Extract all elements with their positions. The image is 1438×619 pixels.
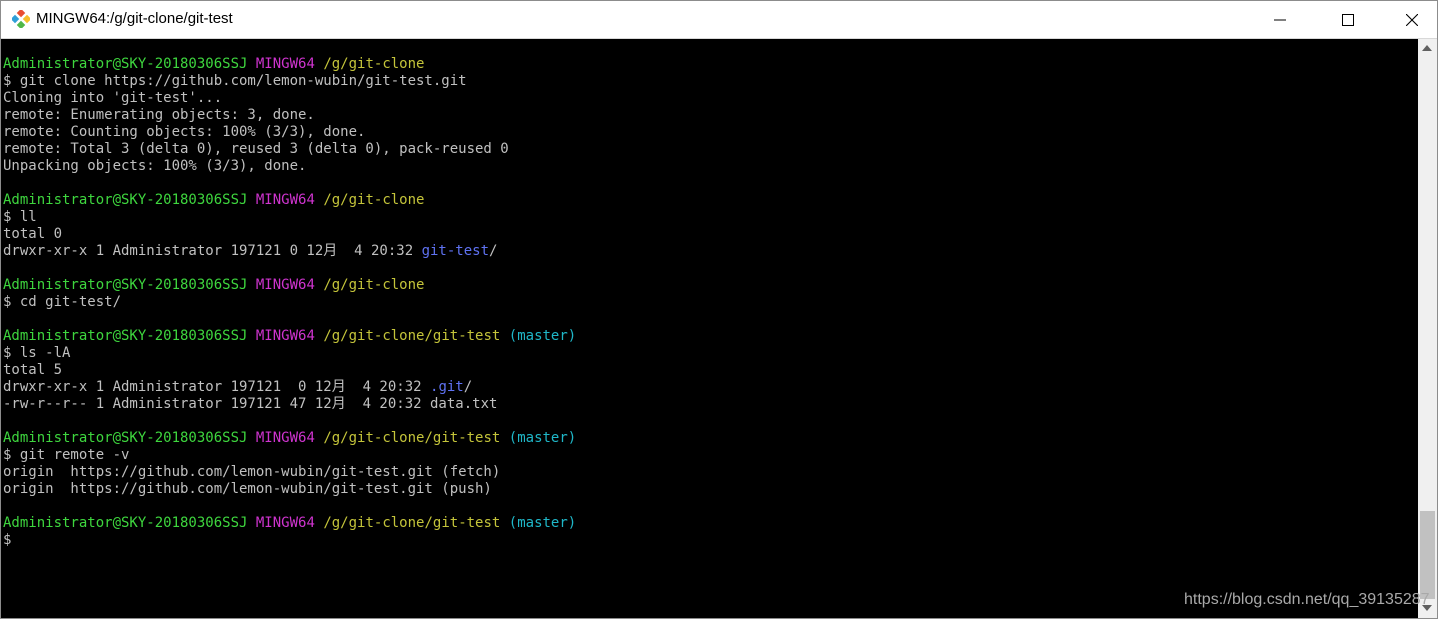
terminal-text: $ git remote -v — [3, 447, 130, 463]
terminal-text: /g/git-clone/git-test — [323, 328, 501, 344]
terminal-line: Unpacking objects: 100% (3/3), done. — [3, 158, 1413, 175]
title-bar[interactable]: MINGW64:/g/git-clone/git-test — [1, 1, 1437, 39]
terminal-text: Administrator@SKY-20180306SSJ — [3, 515, 248, 531]
terminal-text: MINGW64 — [255, 328, 315, 344]
terminal-text: Administrator@SKY-20180306SSJ — [3, 56, 248, 72]
terminal-text: /g/git-clone/git-test — [323, 515, 501, 531]
terminal-text: Unpacking objects: 100% (3/3), done. — [3, 158, 307, 174]
terminal-text: MINGW64 — [255, 56, 315, 72]
terminal-text: /g/git-clone — [323, 56, 425, 72]
terminal-text: $ git clone https://github.com/lemon-wub… — [3, 73, 467, 89]
close-button[interactable] — [1389, 1, 1435, 38]
terminal-line: $ ls -lA — [3, 345, 1413, 362]
terminal-line: $ git clone https://github.com/lemon-wub… — [3, 73, 1413, 90]
terminal-text: Administrator@SKY-20180306SSJ — [3, 192, 248, 208]
terminal-line: total 5 — [3, 362, 1413, 379]
terminal-text: Cloning into 'git-test'... — [3, 90, 223, 106]
terminal-text: / — [489, 243, 498, 259]
terminal-line: drwxr-xr-x 1 Administrator 197121 0 12月 … — [3, 379, 1413, 396]
terminal-line: total 0 — [3, 226, 1413, 243]
terminal-text: $ cd git-test/ — [3, 294, 122, 310]
minimize-button[interactable] — [1257, 1, 1303, 38]
terminal-text: MINGW64 — [255, 515, 315, 531]
terminal-text: (master) — [508, 430, 577, 446]
terminal-line: Administrator@SKY-20180306SSJ MINGW64 /g… — [3, 430, 1413, 447]
terminal-text: (master) — [508, 515, 577, 531]
terminal-text: drwxr-xr-x 1 Administrator 197121 0 12月 … — [3, 379, 431, 395]
terminal-text: $ ls -lA — [3, 345, 71, 361]
terminal-text: total 5 — [3, 362, 63, 378]
close-icon — [1406, 13, 1418, 26]
terminal-text: /g/git-clone — [323, 277, 425, 293]
terminal-text: remote: Counting objects: 100% (3/3), do… — [3, 124, 366, 140]
terminal-line: remote: Total 3 (delta 0), reused 3 (del… — [3, 141, 1413, 158]
terminal-text: MINGW64 — [255, 430, 315, 446]
terminal-text: MINGW64 — [255, 277, 315, 293]
watermark: https://blog.csdn.net/qq_39135287 — [1184, 591, 1430, 608]
terminal-line: remote: Counting objects: 100% (3/3), do… — [3, 124, 1413, 141]
terminal-line: $ — [3, 532, 1413, 549]
minimize-icon — [1274, 19, 1286, 20]
terminal-text: .git — [430, 379, 464, 395]
terminal-text: $ — [3, 532, 12, 548]
terminal-line: origin https://github.com/lemon-wubin/gi… — [3, 464, 1413, 481]
terminal-window: MINGW64:/g/git-clone/git-test Administra… — [0, 0, 1438, 619]
vertical-scrollbar[interactable] — [1418, 39, 1437, 618]
terminal-text: Administrator@SKY-20180306SSJ — [3, 328, 248, 344]
terminal-line: drwxr-xr-x 1 Administrator 197121 0 12月 … — [3, 243, 1413, 260]
terminal-text: origin https://github.com/lemon-wubin/gi… — [3, 481, 492, 497]
terminal-line: Administrator@SKY-20180306SSJ MINGW64 /g… — [3, 328, 1413, 345]
terminal-text: /g/git-clone — [323, 192, 425, 208]
terminal-text: -rw-r--r-- 1 Administrator 197121 47 12月… — [3, 396, 498, 412]
terminal-line: Administrator@SKY-20180306SSJ MINGW64 /g… — [3, 192, 1413, 209]
scrollbar-thumb[interactable] — [1420, 511, 1435, 599]
terminal-text: Administrator@SKY-20180306SSJ — [3, 430, 248, 446]
terminal-line: remote: Enumerating objects: 3, done. — [3, 107, 1413, 124]
maximize-button[interactable] — [1325, 1, 1371, 38]
terminal-line: origin https://github.com/lemon-wubin/gi… — [3, 481, 1413, 498]
terminal-line: $ cd git-test/ — [3, 294, 1413, 311]
terminal-text: $ ll — [3, 209, 37, 225]
terminal-text: /g/git-clone/git-test — [323, 430, 501, 446]
terminal-text: (master) — [508, 328, 577, 344]
terminal-text: MINGW64 — [255, 192, 315, 208]
git-diamond-icon — [10, 8, 32, 30]
terminal-text: remote: Enumerating objects: 3, done. — [3, 107, 315, 123]
terminal-line: Administrator@SKY-20180306SSJ MINGW64 /g… — [3, 56, 1413, 73]
terminal-line: $ git remote -v — [3, 447, 1413, 464]
terminal-text: origin https://github.com/lemon-wubin/gi… — [3, 464, 501, 480]
terminal-line: Cloning into 'git-test'... — [3, 90, 1413, 107]
terminal-line: $ ll — [3, 209, 1413, 226]
terminal-text: drwxr-xr-x 1 Administrator 197121 0 12月 … — [3, 243, 422, 259]
scroll-up-icon[interactable] — [1422, 45, 1432, 51]
terminal-line: Administrator@SKY-20180306SSJ MINGW64 /g… — [3, 277, 1413, 294]
terminal-text: total 0 — [3, 226, 63, 242]
terminal-line: -rw-r--r-- 1 Administrator 197121 47 12月… — [3, 396, 1413, 413]
terminal-output[interactable]: Administrator@SKY-20180306SSJ MINGW64 /g… — [3, 56, 1413, 616]
terminal-text: Administrator@SKY-20180306SSJ — [3, 277, 248, 293]
window-title: MINGW64:/g/git-clone/git-test — [36, 10, 233, 27]
maximize-icon — [1342, 13, 1354, 26]
terminal-text: / — [463, 379, 473, 395]
terminal-text: remote: Total 3 (delta 0), reused 3 (del… — [3, 141, 509, 157]
terminal-line: Administrator@SKY-20180306SSJ MINGW64 /g… — [3, 515, 1413, 532]
terminal-text: git-test — [421, 243, 490, 259]
